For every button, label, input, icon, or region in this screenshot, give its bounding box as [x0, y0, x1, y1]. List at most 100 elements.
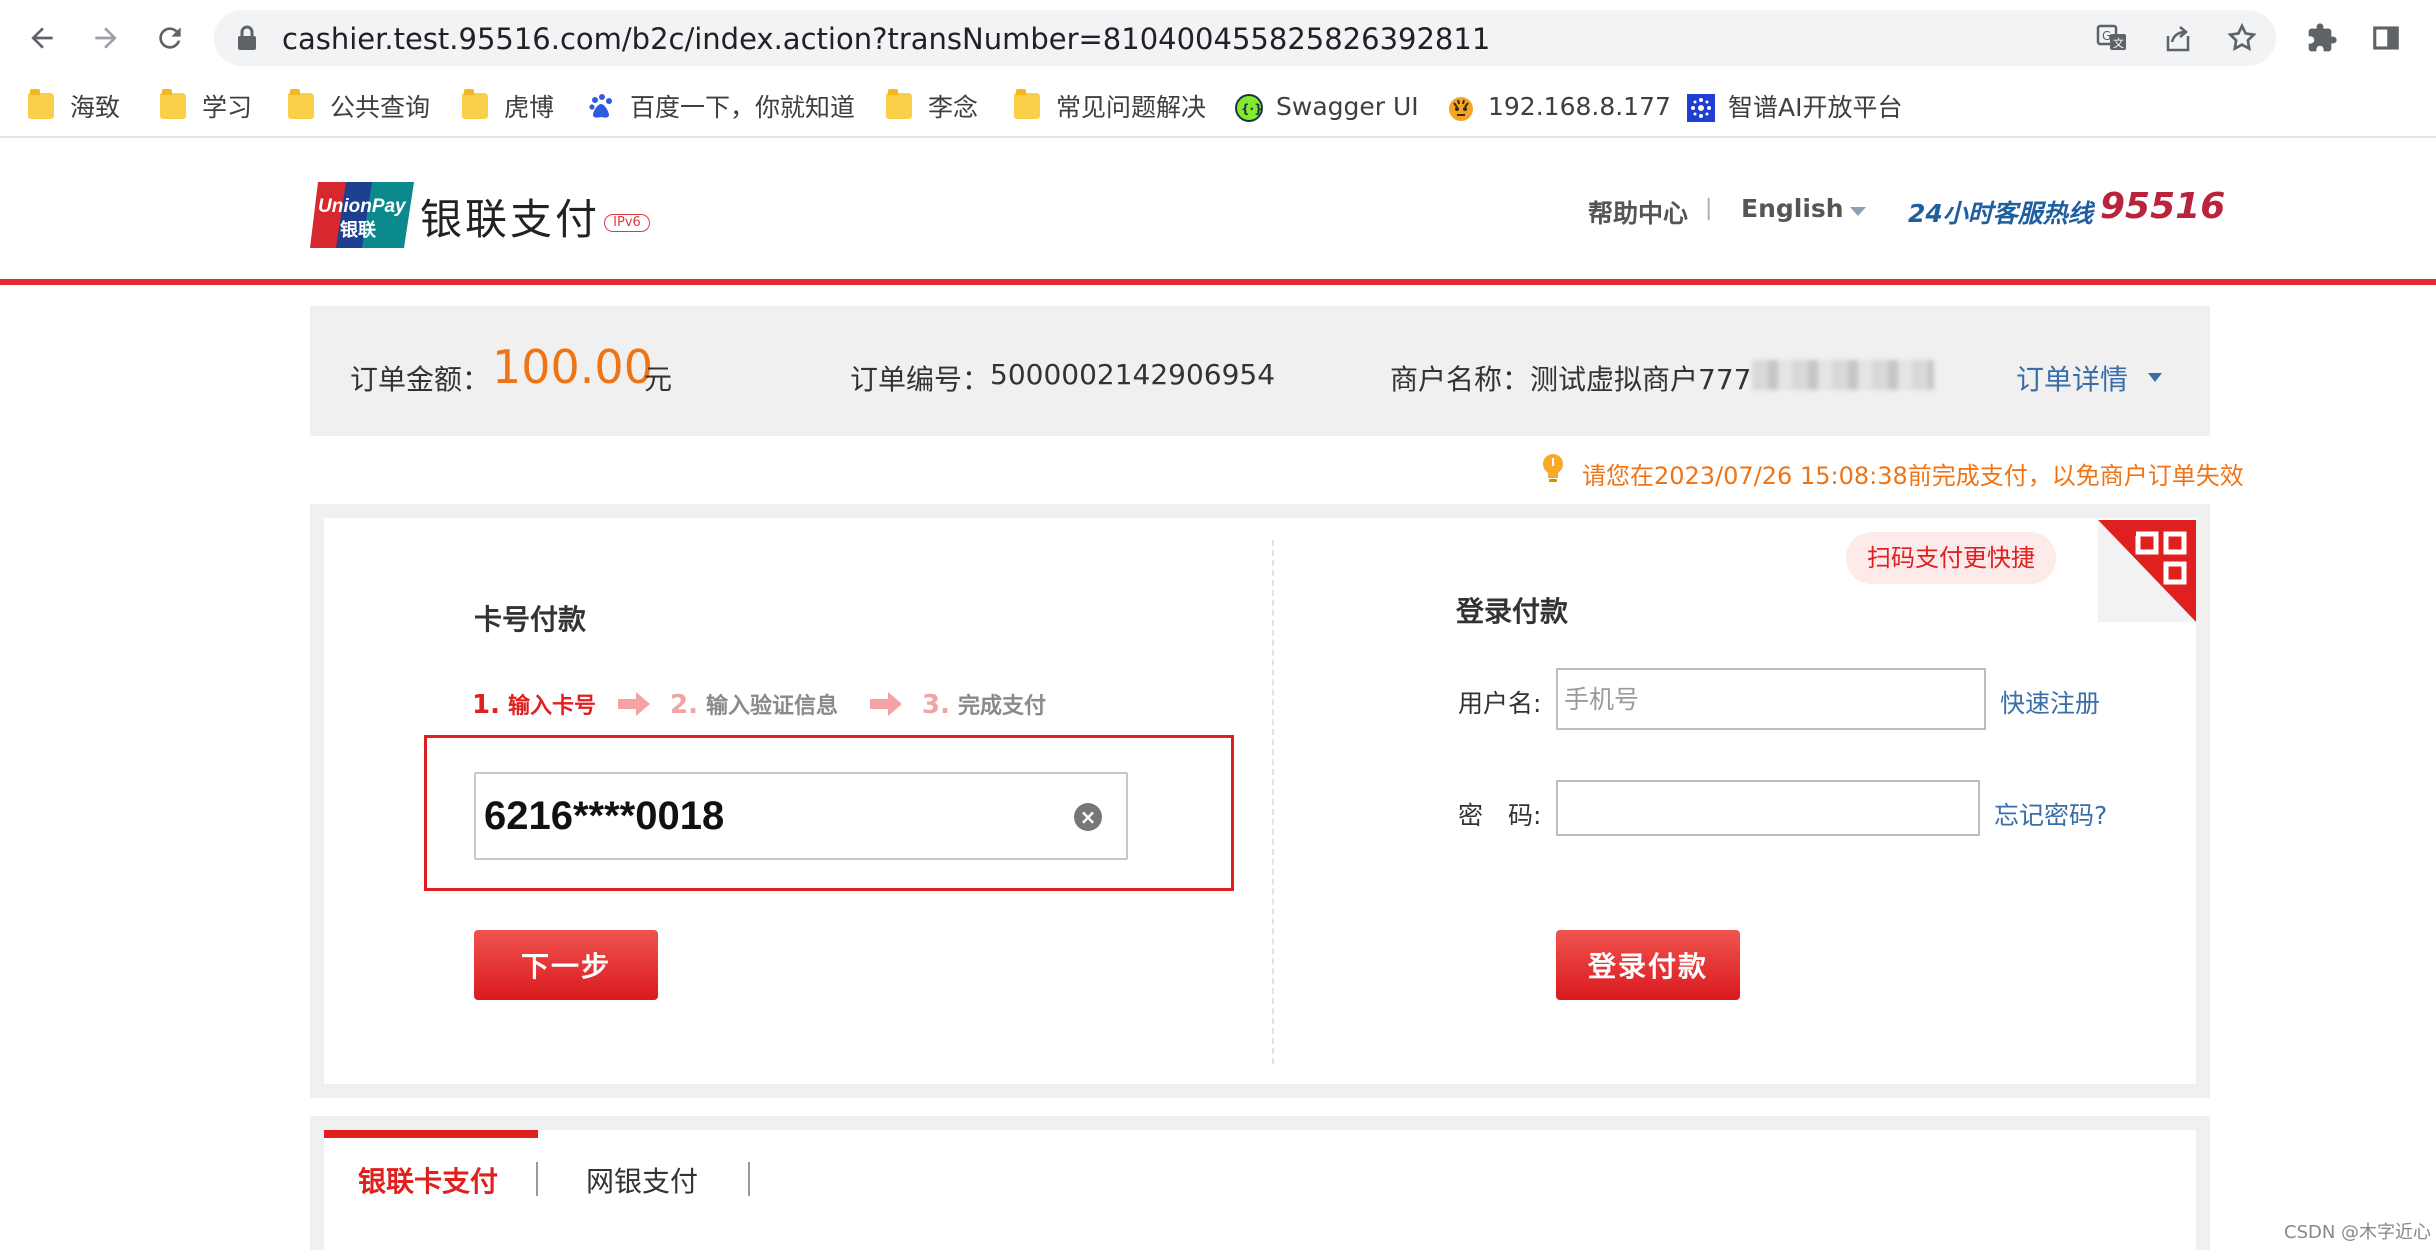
merchant-label: 商户名称：	[1390, 363, 1531, 396]
bookmark-item[interactable]: 虎博	[462, 84, 554, 128]
svg-text:文: 文	[2113, 36, 2124, 50]
hotline-number: 95516	[2100, 186, 2226, 227]
chevron-down-icon[interactable]	[2148, 373, 2162, 382]
folder-icon	[462, 89, 488, 119]
tiger-icon	[1446, 93, 1473, 121]
bookmark-item[interactable]: 李念	[886, 84, 978, 128]
step-label: 输入卡号	[507, 694, 596, 719]
bookmark-label: 百度一下，你就知道	[630, 93, 856, 122]
bookmark-label: 公共查询	[330, 93, 431, 122]
bookmark-item[interactable]: 智谱AI开放平台	[1686, 84, 1902, 128]
logo-text-top: UnionPay	[318, 196, 407, 217]
svg-text:{·}: {·}	[1241, 102, 1263, 116]
password-input[interactable]	[1556, 780, 1980, 836]
header-divider	[0, 279, 2436, 285]
bookmark-label: 海致	[70, 93, 121, 122]
bookmark-label: 192.168.8.177	[1488, 91, 1671, 121]
forward-arrow-icon[interactable]	[84, 16, 128, 60]
clear-icon[interactable]: ×	[1074, 803, 1102, 831]
login-pay-button[interactable]: 登录付款	[1556, 930, 1740, 1000]
active-tab-indicator	[324, 1130, 538, 1138]
header-separator: |	[1705, 196, 1713, 221]
username-label: 用户名:	[1458, 689, 1542, 718]
redacted-mask	[1752, 360, 1934, 390]
folder-icon	[886, 89, 912, 119]
chevron-down-icon[interactable]	[1850, 207, 1866, 216]
qr-pay-tip[interactable]: 扫码支付更快捷	[1846, 532, 2056, 584]
bookmark-label: 李念	[928, 93, 979, 122]
amount-label: 订单金额：	[350, 363, 491, 396]
currency-unit: 元	[644, 363, 673, 396]
folder-icon	[288, 89, 314, 119]
bookmark-item[interactable]: {·} Swagger UI	[1234, 84, 1419, 128]
bookmark-item[interactable]: 海致	[28, 84, 120, 128]
step-label: 输入验证信息	[705, 694, 838, 719]
login-pay-title: 登录付款	[1456, 595, 1569, 628]
step-number: 3.	[922, 690, 950, 720]
unionpay-logo[interactable]: UnionPay 银联	[310, 182, 414, 248]
tab-divider	[536, 1162, 538, 1196]
bookmark-item[interactable]: 常见问题解决	[1014, 84, 1206, 128]
bookmark-item[interactable]: 百度一下，你就知道	[588, 84, 855, 128]
order-amount: 100.00	[492, 340, 653, 394]
next-step-button[interactable]: 下一步	[474, 930, 658, 1000]
bookmark-item[interactable]: 公共查询	[288, 84, 430, 128]
lock-icon	[236, 24, 262, 52]
puzzle-icon[interactable]	[2304, 20, 2340, 56]
arrow-right-icon	[618, 692, 650, 716]
swagger-icon: {·}	[1234, 93, 1263, 122]
share-icon[interactable]	[2160, 20, 2196, 56]
logo-text-bottom: 银联	[340, 219, 376, 241]
arrow-right-icon	[870, 692, 902, 716]
step-number: 1.	[472, 690, 500, 720]
bookmark-label: 虎博	[504, 93, 555, 122]
step-3: 3. 完成支付	[922, 688, 1046, 720]
sidebar-icon[interactable]	[2368, 20, 2404, 56]
folder-icon	[160, 89, 186, 119]
tab-unionpay-card[interactable]: 银联卡支付	[358, 1160, 498, 1200]
bookmark-item[interactable]: 学习	[160, 84, 252, 128]
tab-divider	[748, 1162, 750, 1196]
folder-icon	[28, 89, 54, 119]
order-number-label: 订单编号：	[850, 363, 991, 396]
url-text[interactable]: cashier.test.95516.com/b2c/index.action?…	[282, 22, 1490, 56]
bookmark-item[interactable]: 192.168.8.177	[1446, 84, 1671, 128]
forgot-password-link[interactable]: 忘记密码?	[1994, 796, 2107, 832]
merchant-name: 测试虚拟商户777	[1530, 363, 1752, 396]
hotline-label: 24小时客服热线	[1908, 199, 2093, 228]
card-number-input[interactable]	[474, 772, 1128, 860]
baidu-paw-icon	[588, 93, 614, 119]
zhipu-icon	[1686, 93, 1715, 122]
help-center-link[interactable]: 帮助中心	[1588, 194, 1688, 230]
bookmark-label: Swagger UI	[1276, 91, 1419, 121]
password-label: 密 码:	[1458, 801, 1542, 830]
quick-register-link[interactable]: 快速注册	[2000, 684, 2100, 720]
tab-online-banking[interactable]: 网银支付	[586, 1160, 698, 1200]
username-input[interactable]	[1556, 668, 1986, 730]
qr-code-icon[interactable]	[2098, 520, 2196, 622]
payment-deadline-notice: 请您在2023/07/26 15:08:38前完成支付，以免商户订单失效	[1582, 462, 2244, 490]
order-number: 5000002142906954	[990, 358, 1276, 391]
reload-icon[interactable]	[148, 16, 192, 60]
chrome-divider	[0, 136, 2436, 138]
language-select[interactable]: English	[1741, 194, 1844, 223]
step-1: 1. 输入卡号	[472, 688, 596, 720]
svg-text:G: G	[2102, 29, 2111, 43]
bookmark-label: 智谱AI开放平台	[1728, 93, 1903, 122]
order-detail-link[interactable]: 订单详情	[2016, 358, 2128, 398]
card-pay-title: 卡号付款	[474, 603, 587, 636]
bookmark-label: 常见问题解决	[1056, 93, 1207, 122]
lightbulb-icon	[1540, 452, 1566, 484]
folder-icon	[1014, 89, 1040, 119]
step-2: 2. 输入验证信息	[670, 688, 838, 720]
back-arrow-icon[interactable]	[20, 16, 64, 60]
translate-icon[interactable]: G文	[2094, 20, 2130, 56]
panel-divider	[1272, 540, 1274, 1064]
step-number: 2.	[670, 690, 698, 720]
step-label: 完成支付	[957, 694, 1046, 719]
csdn-watermark: CSDN @木字近心	[2284, 1222, 2432, 1243]
ipv6-badge: IPv6	[604, 214, 650, 232]
star-icon[interactable]	[2224, 20, 2260, 56]
brand-title: 银联支付	[420, 195, 601, 244]
bookmark-label: 学习	[202, 93, 253, 122]
